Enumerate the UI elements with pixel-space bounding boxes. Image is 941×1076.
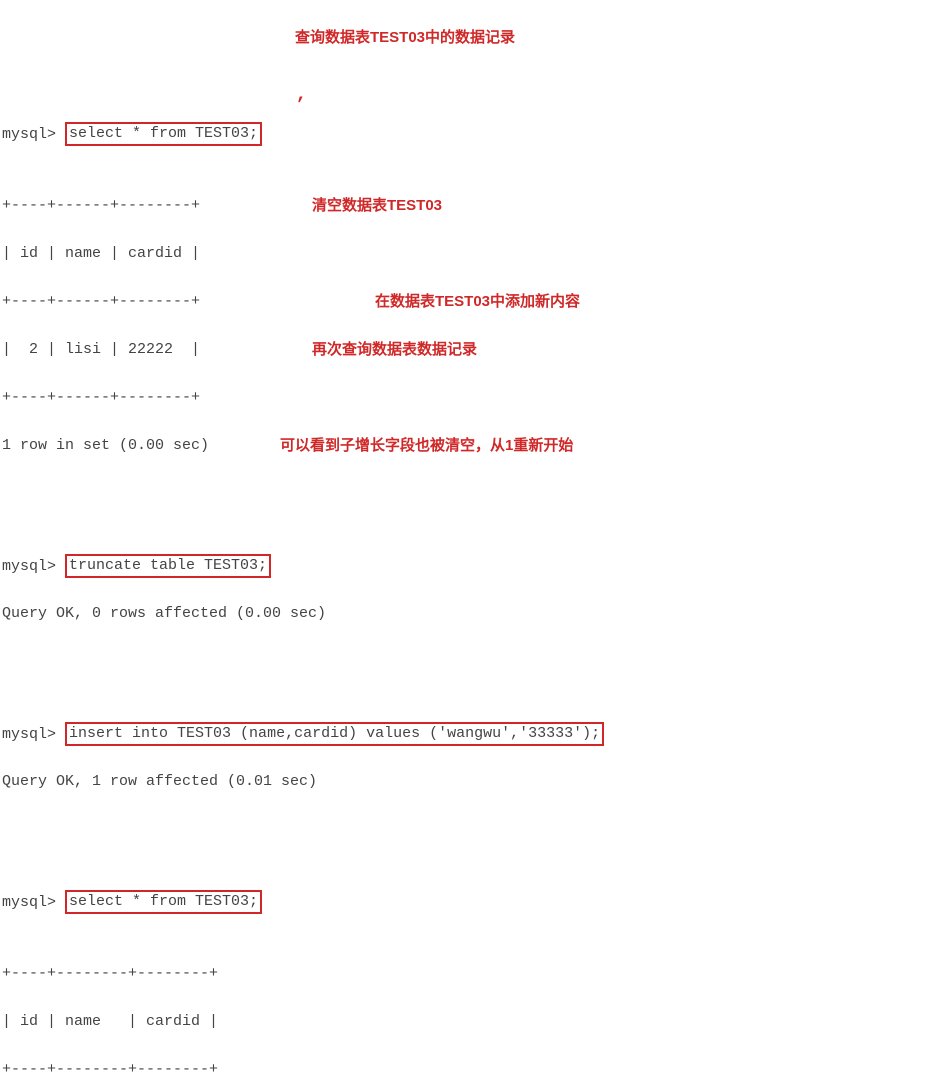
annotation-1: 查询数据表TEST03中的数据记录 (295, 26, 515, 50)
prompt: mysql> (2, 126, 56, 143)
table-divider: +----+--------+--------+ (2, 962, 939, 986)
prompt: mysql> (2, 726, 56, 743)
table-divider: +----+------+--------+ (2, 386, 939, 410)
terminal-line: mysql> truncate table TEST03; (2, 554, 939, 578)
table-divider: +----+--------+--------+ (2, 1058, 939, 1076)
prompt: mysql> (2, 894, 56, 911)
result-line: Query OK, 1 row affected (0.01 sec) (2, 770, 939, 794)
annotation-4: 再次查询数据表数据记录 (312, 338, 477, 362)
annotation-5: 可以看到子增长字段也被清空，从1重新开始 (280, 434, 573, 458)
prompt: mysql> (2, 558, 56, 575)
red-dot-icon: ’ (295, 94, 306, 118)
sql-insert: insert into TEST03 (name,cardid) values … (65, 722, 604, 746)
sql-select-2: select * from TEST03; (65, 890, 262, 914)
terminal-line: mysql> select * from TEST03; (2, 890, 939, 914)
annotation-2: 清空数据表TEST03 (312, 194, 442, 218)
sql-select-1: select * from TEST03; (65, 122, 262, 146)
sql-truncate: truncate table TEST03; (65, 554, 271, 578)
table-header: | id | name | cardid | (2, 242, 939, 266)
terminal-line: mysql> insert into TEST03 (name,cardid) … (2, 722, 939, 746)
table-divider: +----+------+--------+ (2, 194, 939, 218)
annotation-3: 在数据表TEST03中添加新内容 (375, 290, 580, 314)
table-header: | id | name | cardid | (2, 1010, 939, 1034)
terminal-line: mysql> select * from TEST03; (2, 122, 939, 146)
result-line: Query OK, 0 rows affected (0.00 sec) (2, 602, 939, 626)
